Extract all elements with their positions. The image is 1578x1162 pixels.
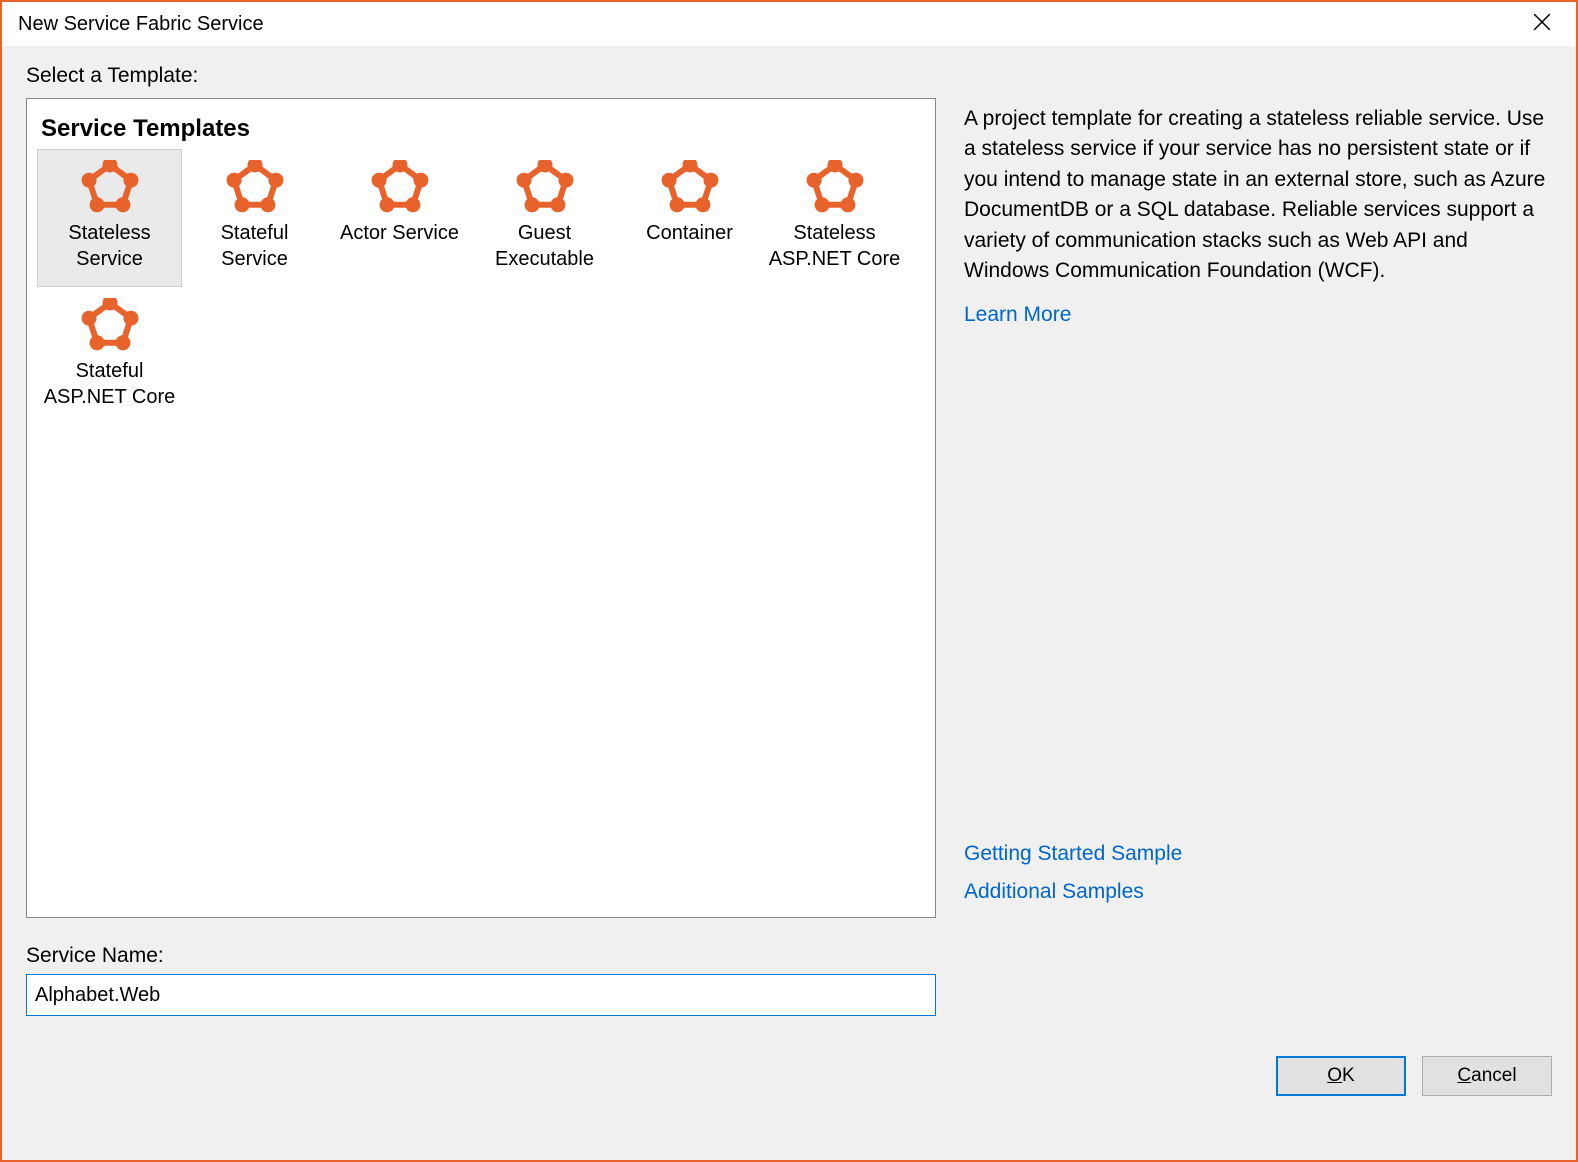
template-item-label: Stateless ASP.NET Core bbox=[767, 220, 902, 272]
additional-samples-link[interactable]: Additional Samples bbox=[964, 880, 1552, 904]
ok-button[interactable]: OK bbox=[1276, 1056, 1406, 1096]
service-fabric-icon bbox=[224, 160, 286, 214]
service-fabric-icon bbox=[804, 160, 866, 214]
service-fabric-icon bbox=[514, 160, 576, 214]
template-item-label: Guest Executable bbox=[477, 220, 612, 272]
content-row: Service Templates Stateless Service Stat… bbox=[26, 98, 1552, 918]
template-item-actor-service[interactable]: Actor Service bbox=[327, 149, 472, 287]
service-fabric-icon bbox=[79, 160, 141, 214]
select-template-label: Select a Template: bbox=[26, 64, 1552, 88]
template-grid: Stateless Service Stateful Service Actor… bbox=[37, 149, 925, 425]
template-item-label: Stateless Service bbox=[42, 220, 177, 272]
template-item-label: Container bbox=[646, 220, 733, 246]
service-fabric-icon bbox=[369, 160, 431, 214]
service-name-row: Service Name: bbox=[26, 944, 936, 1016]
template-item-label: Stateful ASP.NET Core bbox=[42, 358, 177, 410]
templates-header: Service Templates bbox=[41, 115, 925, 143]
close-icon bbox=[1533, 13, 1551, 36]
cancel-button[interactable]: Cancel bbox=[1422, 1056, 1552, 1096]
dialog-window: New Service Fabric Service Select a Temp… bbox=[0, 0, 1578, 1162]
service-fabric-icon bbox=[659, 160, 721, 214]
template-item-stateful-service[interactable]: Stateful Service bbox=[182, 149, 327, 287]
template-item-label: Stateful Service bbox=[187, 220, 322, 272]
template-item-label: Actor Service bbox=[340, 220, 459, 246]
window-title: New Service Fabric Service bbox=[18, 13, 264, 36]
getting-started-link[interactable]: Getting Started Sample bbox=[964, 842, 1552, 866]
service-name-input[interactable] bbox=[26, 974, 936, 1016]
service-fabric-icon bbox=[79, 298, 141, 352]
sample-links: Getting Started Sample Additional Sample… bbox=[964, 842, 1552, 918]
template-item-stateless-service[interactable]: Stateless Service bbox=[37, 149, 182, 287]
template-item-stateful-aspnet[interactable]: Stateful ASP.NET Core bbox=[37, 287, 182, 425]
template-item-stateless-aspnet[interactable]: Stateless ASP.NET Core bbox=[762, 149, 907, 287]
title-bar: New Service Fabric Service bbox=[2, 2, 1576, 46]
template-item-container[interactable]: Container bbox=[617, 149, 762, 287]
template-list-box: Service Templates Stateless Service Stat… bbox=[26, 98, 936, 918]
service-name-label: Service Name: bbox=[26, 944, 936, 968]
side-pane: A project template for creating a statel… bbox=[964, 98, 1552, 918]
button-row: OK Cancel bbox=[26, 1056, 1552, 1096]
template-description: A project template for creating a statel… bbox=[964, 104, 1552, 287]
close-button[interactable] bbox=[1514, 4, 1570, 44]
template-item-guest-executable[interactable]: Guest Executable bbox=[472, 149, 617, 287]
dialog-body: Select a Template: Service Templates Sta… bbox=[2, 46, 1576, 1160]
learn-more-link[interactable]: Learn More bbox=[964, 303, 1552, 327]
